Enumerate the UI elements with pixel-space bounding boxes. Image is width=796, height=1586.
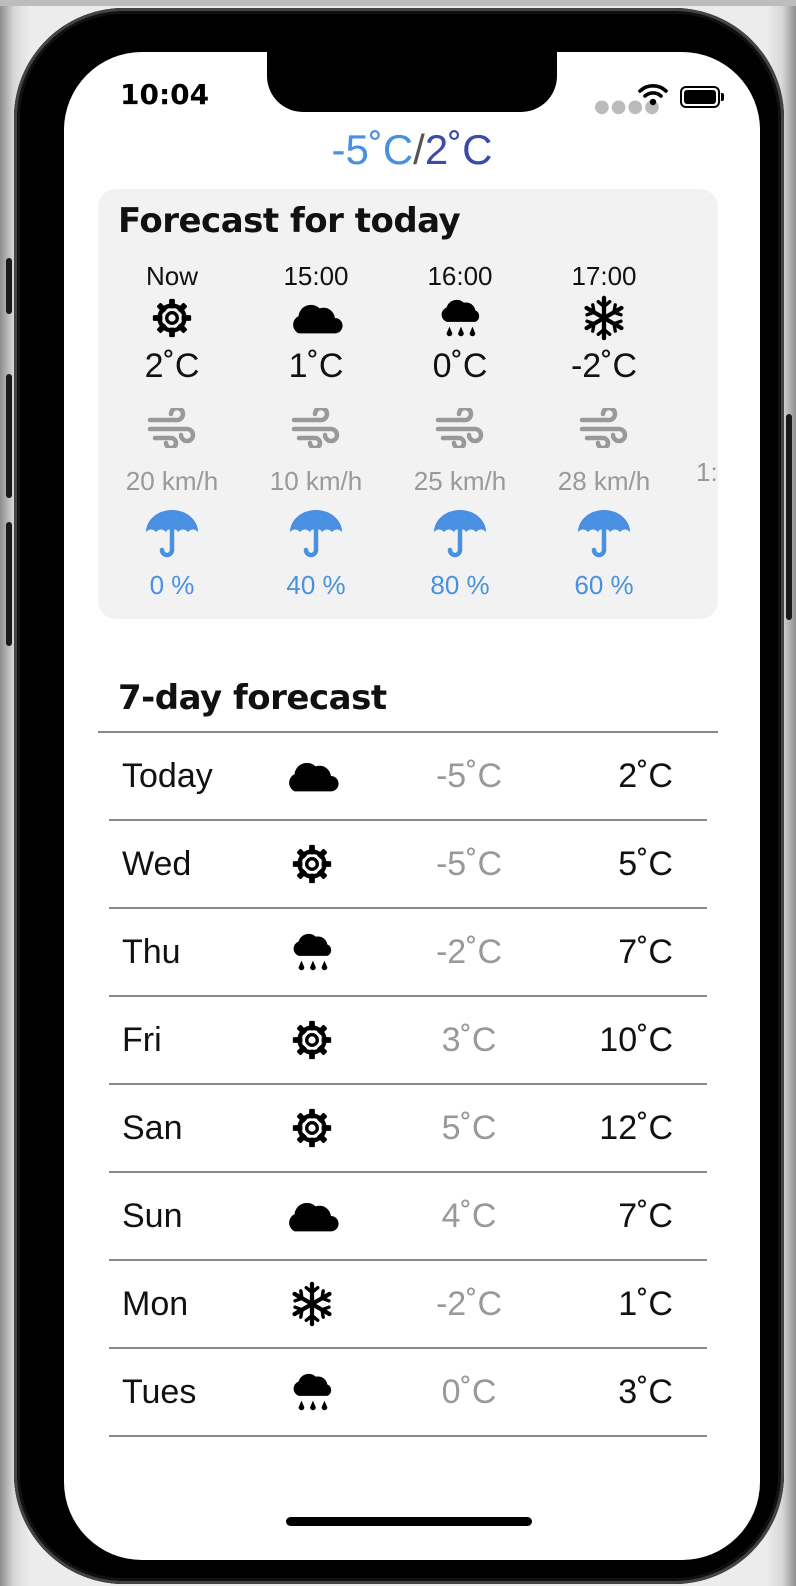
cloud-icon [277, 733, 347, 819]
hour-column: 17:00 -2˚C 28 km/h 60 % [544, 259, 664, 605]
headline-low-temp: -5˚C [331, 126, 414, 173]
mute-switch [6, 258, 12, 314]
day-low-temp: 0˚C [441, 1373, 497, 1411]
day-high-temp: 5˚C [618, 845, 673, 883]
rain-probability: 40 % [286, 570, 346, 600]
day-low-temp: -2˚C [435, 933, 503, 971]
day-name: Tues [122, 1373, 197, 1411]
day-high-temp: 3˚C [618, 1373, 673, 1411]
rain-cloud-icon [400, 293, 520, 343]
hour-temperature: -2˚C [570, 347, 638, 385]
day-row[interactable]: Fri 3˚C 10˚C [109, 997, 707, 1085]
day-low-temp: -5˚C [435, 757, 503, 795]
hourly-forecast-title: Forecast for today [118, 201, 461, 241]
rain-cloud-icon [277, 909, 347, 995]
window-top-strip [0, 0, 796, 6]
volume-down-button [6, 522, 12, 646]
day-row[interactable]: Today -5˚C 2˚C [109, 733, 707, 821]
day-high-temp: 2˚C [618, 757, 673, 795]
umbrella-icon [112, 505, 232, 565]
headline-high-temp: 2˚C [424, 126, 493, 173]
volume-up-button [6, 374, 12, 498]
day-name: Wed [122, 845, 192, 883]
day-low-temp: 4˚C [441, 1197, 497, 1235]
rain-cloud-icon [277, 1349, 347, 1435]
day-low-temp: -5˚C [435, 845, 503, 883]
rain-probability: 60 % [574, 570, 634, 600]
umbrella-icon [544, 505, 664, 565]
week-forecast-list: Today -5˚C 2˚C Wed -5˚C 5˚C Thu -2˚C 7˚C… [109, 733, 707, 1437]
hour-temperature: 2˚C [144, 347, 200, 385]
hourly-forecast-card[interactable]: Forecast for today Now 2˚C 20 km/h 0 % 1… [98, 189, 718, 619]
umbrella-icon [400, 505, 520, 565]
hour-label: 17:00 [571, 261, 637, 291]
wind-icon [400, 395, 520, 461]
day-high-temp: 7˚C [618, 933, 673, 971]
notch [267, 52, 557, 112]
hour-temperature: 0˚C [432, 347, 488, 385]
battery-icon [680, 86, 724, 108]
day-row[interactable]: Tues 0˚C 3˚C [109, 1349, 707, 1437]
umbrella-icon [256, 505, 376, 565]
day-low-temp: -2˚C [435, 1285, 503, 1323]
wind-icon [112, 395, 232, 461]
day-low-temp: 5˚C [441, 1109, 497, 1147]
day-row[interactable]: San 5˚C 12˚C [109, 1085, 707, 1173]
phone-frame: 10:04 ●●●● -5˚C/2˚C Forecast for today N… [6, 8, 792, 1584]
wind-speed: 10 km/h [269, 466, 363, 496]
wind-speed: 28 km/h [557, 466, 651, 496]
day-row[interactable]: Wed -5˚C 5˚C [109, 821, 707, 909]
day-row[interactable]: Sun 4˚C 7˚C [109, 1173, 707, 1261]
cloud-icon [277, 1173, 347, 1259]
rain-probability: 80 % [430, 570, 490, 600]
day-name: Today [122, 757, 213, 795]
day-high-temp: 10˚C [599, 1021, 673, 1059]
day-name: San [122, 1109, 183, 1147]
day-high-temp: 7˚C [618, 1197, 673, 1235]
peek-wind-speed: 1: [696, 457, 718, 487]
hour-temperature: 1˚C [288, 347, 344, 385]
hour-column: 15:00 1˚C 10 km/h 40 % [256, 259, 376, 605]
hour-column: 16:00 0˚C 25 km/h 80 % [400, 259, 520, 605]
wind-icon [544, 395, 664, 461]
headline-separator: / [413, 126, 425, 173]
day-high-temp: 1˚C [618, 1285, 673, 1323]
power-button [786, 414, 792, 620]
hour-label: 16:00 [427, 261, 493, 291]
status-icons: ●●●● [594, 82, 724, 117]
phone-screen: 10:04 ●●●● -5˚C/2˚C Forecast for today N… [64, 52, 760, 1560]
hour-column: Now 2˚C 20 km/h 0 % [112, 259, 232, 605]
day-low-temp: 3˚C [441, 1021, 497, 1059]
day-name: Thu [122, 933, 181, 971]
wind-speed: 25 km/h [413, 466, 507, 496]
rain-probability: 0 % [149, 570, 195, 600]
day-name: Mon [122, 1285, 189, 1323]
day-name: Fri [122, 1021, 162, 1059]
day-row[interactable]: Mon -2˚C 1˚C [109, 1261, 707, 1349]
day-name: Sun [122, 1197, 183, 1235]
sun-icon [277, 997, 347, 1083]
day-row[interactable]: Thu -2˚C 7˚C [109, 909, 707, 997]
hour-label: Now [145, 261, 198, 291]
wind-icon [256, 395, 376, 461]
sun-icon [277, 1085, 347, 1171]
cloud-icon [256, 293, 376, 343]
hour-label: 15:00 [283, 261, 349, 291]
temperature-range-headline: -5˚C/2˚C [64, 126, 760, 174]
sun-icon [112, 293, 232, 343]
day-high-temp: 12˚C [599, 1109, 673, 1147]
week-forecast-title: 7-day forecast [118, 678, 387, 718]
wind-speed: 20 km/h [125, 466, 219, 496]
snowflake-icon [277, 1261, 347, 1347]
home-indicator[interactable] [286, 1517, 532, 1526]
wifi-icon [638, 82, 668, 106]
status-time: 10:04 [120, 78, 210, 111]
sun-icon [277, 821, 347, 907]
snowflake-icon [544, 293, 664, 343]
